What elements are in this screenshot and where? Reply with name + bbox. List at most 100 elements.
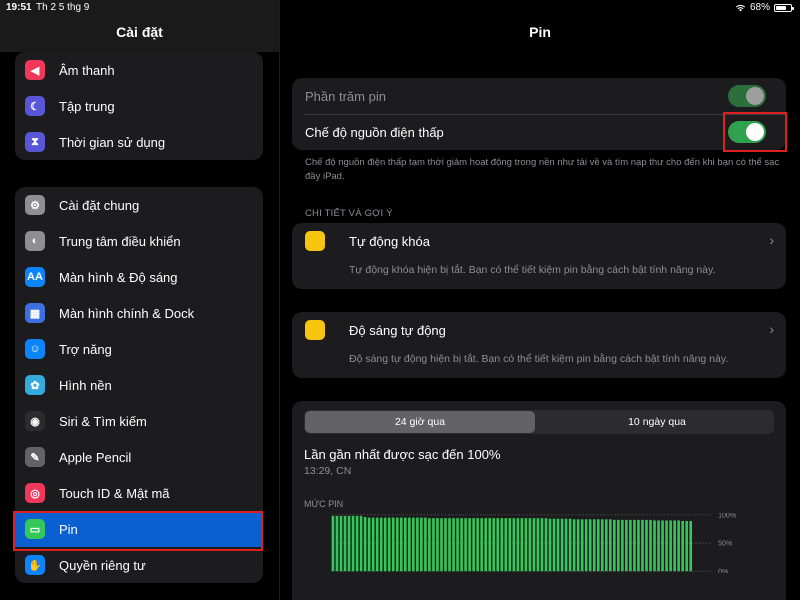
gear-icon: ⚙ [25, 195, 45, 215]
sidebar-item-label: Màn hình & Độ sáng [59, 269, 178, 285]
battery-bar [456, 518, 459, 572]
flower-icon: ✿ [25, 375, 45, 395]
battery-bar [568, 518, 572, 572]
battery-bar [500, 518, 504, 572]
suggestion-desc: Tự động khóa hiện bị tắt. Bạn có thể tiế… [349, 264, 716, 276]
battery-bar [351, 515, 355, 572]
sidebar-item-siri[interactable]: ◉ Siri & Tìm kiếm [15, 403, 263, 439]
hand-icon: ✋ [25, 555, 45, 575]
last-charged-time: 13:29, CN [304, 465, 352, 477]
chart-title: MỨC PIN [304, 499, 344, 509]
time-range-segmented-control: 24 giờ qua 10 ngày qua [304, 410, 774, 434]
sidebar-item-label: Tập trung [59, 98, 115, 114]
battery-bar [436, 518, 439, 572]
sidebar-item-hand[interactable]: ✋ Quyền riêng tư [15, 547, 263, 583]
last-charged-text: Lần gần nhất được sạc đến 100% [304, 447, 501, 462]
sidebar-item-label: Apple Pencil [59, 449, 132, 465]
battery-bar [444, 518, 447, 572]
battery-bar [391, 517, 395, 572]
sidebar-item-label: Touch ID & Mật mã [59, 485, 170, 501]
battery-bar [371, 517, 375, 572]
battery-percentage-label: Phần trăm pin [305, 88, 386, 104]
sidebar-item-pencil[interactable]: ✎ Apple Pencil [15, 439, 263, 475]
battery-bar [488, 518, 492, 572]
sidebar-item-accessibility[interactable]: ☺ Trợ năng [15, 331, 263, 367]
battery-bar [576, 519, 580, 572]
battery-bar [367, 517, 371, 572]
sidebar-item-aa[interactable]: AA Màn hình & Độ sáng [15, 259, 263, 295]
battery-bar [617, 519, 620, 572]
sidebar-item-flower[interactable]: ✿ Hình nền [15, 367, 263, 403]
battery-bar [387, 517, 391, 572]
chevron-right-icon: › [769, 321, 774, 337]
battery-bar [528, 518, 532, 572]
y-tick-label: 50% [718, 541, 733, 548]
aa-icon: AA [25, 267, 45, 287]
battery-bar [689, 520, 692, 572]
sidebar-item-grid[interactable]: ▦ Màn hình chính & Dock [15, 295, 263, 331]
battery-bar [480, 518, 483, 572]
accessibility-icon: ☺ [25, 339, 45, 359]
battery-bar [572, 519, 576, 572]
battery-bar [600, 519, 604, 572]
battery-bar [560, 518, 564, 572]
battery-bar [452, 518, 455, 572]
highlight-pin-outline [13, 511, 263, 551]
battery-bar [468, 518, 471, 572]
sidebar-item-label: Hình nền [59, 377, 112, 393]
moon-icon: ☾ [25, 96, 45, 116]
battery-usage-card: 24 giờ qua 10 ngày qua Lần gần nhất được… [292, 401, 786, 600]
battery-bar [347, 515, 351, 572]
battery-bar [669, 520, 672, 572]
battery-bar [653, 520, 656, 572]
battery-bar [532, 518, 536, 572]
battery-bar [592, 519, 596, 572]
status-right: 68% [735, 2, 794, 13]
sidebar-item-hourglass[interactable]: ⧗ Thời gian sử dụng [15, 124, 263, 160]
sidebar-item-fingerprint[interactable]: ◎ Touch ID & Mật mã [15, 475, 263, 511]
battery-bar [440, 518, 443, 572]
battery-bar [339, 515, 343, 572]
sidebar-item-label: Quyền riêng tư [59, 557, 146, 573]
battery-bar [335, 515, 339, 572]
battery-percent: 68% [749, 2, 770, 13]
battery-bar [416, 517, 419, 572]
page-title: Pin [529, 24, 551, 40]
battery-bar [580, 519, 584, 572]
bulb-icon [305, 320, 325, 340]
battery-bar [379, 517, 383, 572]
battery-bar [359, 515, 363, 572]
sidebar-item-label: Âm thanh [59, 62, 115, 78]
battery-status-icon [774, 3, 794, 12]
battery-bar [608, 519, 612, 572]
suggestion-title: Tự động khóa [349, 234, 430, 249]
bulb-icon [305, 231, 325, 251]
sidebar-item-switches[interactable]: ◐ Trung tâm điều khiển [15, 223, 263, 259]
battery-bar [677, 520, 680, 572]
battery-bar [633, 519, 636, 572]
suggestion-auto-lock[interactable]: Tự động khóa › Tự động khóa hiện bị tắt.… [292, 223, 786, 289]
battery-bar [552, 518, 556, 572]
sidebar-item-gear[interactable]: ⚙ Cài đặt chung [15, 187, 263, 223]
sidebar-item-label: Siri & Tìm kiếm [59, 413, 147, 429]
suggestion-desc: Độ sáng tự động hiện bị tắt. Bạn có thể … [349, 353, 729, 365]
sidebar-item-moon[interactable]: ☾ Tập trung [15, 88, 263, 124]
battery-bar [536, 518, 540, 572]
suggestion-auto-brightness[interactable]: Độ sáng tự động › Độ sáng tự động hiện b… [292, 312, 786, 378]
battery-bar [665, 520, 668, 572]
battery-bar [512, 518, 516, 572]
battery-bar [408, 517, 411, 572]
speaker-icon: ◀ [25, 60, 45, 80]
battery-bar [412, 517, 415, 572]
battery-bar [395, 517, 399, 572]
tab-10d[interactable]: 10 ngày qua [542, 411, 772, 433]
battery-bar [448, 518, 451, 572]
suggestions-header: CHI TIẾT VÀ GỢI Ý [305, 208, 393, 219]
low-power-mode-row: Chế độ nguồn điện thấp [292, 114, 786, 150]
sidebar-item-speaker[interactable]: ◀ Âm thanh [15, 52, 263, 88]
tab-24h[interactable]: 24 giờ qua [305, 411, 535, 433]
siri-icon: ◉ [25, 411, 45, 431]
battery-bar [649, 519, 652, 572]
battery-bar [516, 518, 520, 572]
battery-percentage-toggle[interactable] [728, 85, 766, 107]
